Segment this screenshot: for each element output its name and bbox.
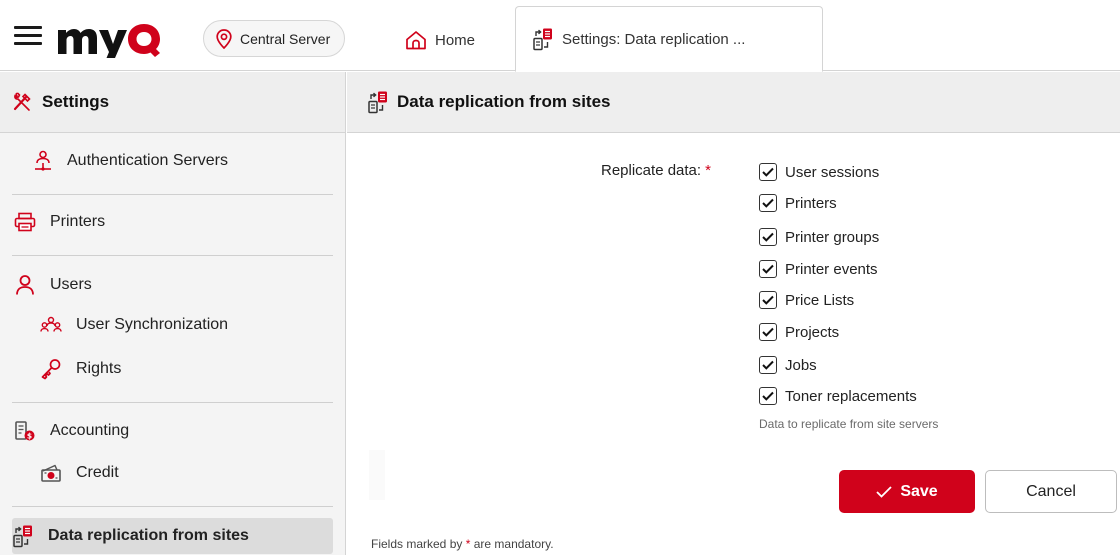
sidebar-item-user-synchronization[interactable]: User Synchronization bbox=[0, 316, 333, 334]
sidebar-item-label: Accounting bbox=[50, 422, 130, 439]
settings-sidebar: Settings Authentication Servers Printers… bbox=[0, 72, 346, 555]
sidebar-item-label: Authentication Servers bbox=[67, 152, 228, 169]
checkbox-box[interactable] bbox=[759, 387, 777, 405]
required-marker: * bbox=[705, 162, 711, 179]
field-hint: Data to replicate from site servers bbox=[759, 417, 939, 431]
checkbox-toner-replacements[interactable]: Toner replacements bbox=[759, 384, 917, 408]
cancel-button[interactable]: Cancel bbox=[985, 470, 1117, 513]
page-title: Data replication from sites bbox=[397, 92, 611, 111]
check-icon bbox=[762, 198, 774, 208]
authentication-server-icon bbox=[35, 150, 51, 171]
checkbox-jobs[interactable]: Jobs bbox=[759, 353, 817, 377]
server-label: Central Server bbox=[240, 30, 331, 47]
tab-settings-label: Settings: Data replication ... bbox=[562, 30, 746, 48]
rights-icon bbox=[41, 359, 61, 380]
checkbox-label: Projects bbox=[785, 323, 840, 341]
sidebar-divider bbox=[12, 255, 333, 256]
accounting-icon: $ bbox=[15, 421, 35, 441]
save-button-label: Save bbox=[900, 482, 938, 500]
sidebar-header: Settings bbox=[0, 72, 345, 133]
data-replication-icon bbox=[533, 28, 552, 51]
tab-settings-data-replication[interactable]: Settings: Data replication ... bbox=[515, 6, 823, 72]
server-selector[interactable]: Central Server bbox=[203, 20, 346, 57]
checkbox-box[interactable] bbox=[759, 260, 777, 278]
sidebar-item-authentication-servers[interactable]: Authentication Servers bbox=[0, 150, 333, 172]
cancel-button-label: Cancel bbox=[1026, 482, 1076, 500]
home-icon bbox=[406, 31, 426, 50]
credit-icon bbox=[41, 464, 61, 482]
sidebar-item-label: Data replication from sites bbox=[48, 527, 249, 544]
sidebar-title: Settings bbox=[42, 92, 110, 111]
checkbox-box[interactable] bbox=[759, 356, 777, 374]
check-icon bbox=[762, 391, 774, 401]
sidebar-divider bbox=[12, 194, 333, 195]
footnote-suffix: are mandatory. bbox=[473, 537, 554, 551]
sidebar-item-credit[interactable]: Credit bbox=[0, 462, 333, 484]
replicate-data-label-text: Replicate data: bbox=[601, 162, 702, 179]
check-icon bbox=[762, 360, 774, 370]
location-pin-icon bbox=[216, 28, 232, 49]
sidebar-item-data-replication[interactable]: Data replication from sites bbox=[12, 518, 333, 554]
sidebar-item-users[interactable]: Users bbox=[0, 274, 333, 296]
mandatory-fields-note: Fields marked by * are mandatory. bbox=[371, 537, 554, 551]
checkbox-box[interactable] bbox=[759, 194, 777, 212]
check-icon bbox=[762, 327, 774, 337]
check-icon bbox=[762, 232, 774, 242]
checkbox-label: Printers bbox=[785, 194, 837, 212]
data-replication-icon bbox=[368, 91, 387, 114]
checkbox-label: Printer groups bbox=[785, 228, 880, 246]
sidebar-item-accounting[interactable]: $ Accounting bbox=[0, 420, 333, 442]
check-icon bbox=[762, 167, 774, 177]
checkbox-user-sessions[interactable]: User sessions bbox=[759, 160, 879, 184]
sidebar-divider bbox=[12, 506, 333, 507]
checkbox-box[interactable] bbox=[759, 228, 777, 246]
check-icon bbox=[762, 264, 774, 274]
checkbox-printers[interactable]: Printers bbox=[759, 191, 837, 215]
checkbox-label: User sessions bbox=[785, 163, 880, 181]
checkbox-box[interactable] bbox=[759, 323, 777, 341]
sidebar-divider bbox=[12, 402, 333, 403]
checkbox-projects[interactable]: Projects bbox=[759, 320, 839, 344]
check-icon bbox=[876, 485, 892, 498]
data-replication-icon bbox=[13, 525, 32, 548]
check-icon bbox=[762, 295, 774, 305]
checkbox-printer-events[interactable]: Printer events bbox=[759, 257, 878, 281]
checkbox-label: Printer events bbox=[785, 260, 878, 278]
settings-tools-icon bbox=[13, 92, 31, 111]
tab-home-label: Home bbox=[435, 31, 476, 49]
footnote-prefix: Fields marked by bbox=[371, 537, 463, 551]
main-header: Data replication from sites bbox=[347, 72, 1120, 133]
sidebar-item-printers[interactable]: Printers bbox=[0, 212, 333, 232]
sidebar-item-label: Printers bbox=[50, 213, 106, 230]
checkbox-printer-groups[interactable]: Printer groups bbox=[759, 225, 879, 249]
checkbox-price-lists[interactable]: Price Lists bbox=[759, 288, 854, 312]
sidebar-item-label: Credit bbox=[76, 464, 119, 481]
myq-logo[interactable] bbox=[56, 14, 166, 58]
myq-logo-graphic bbox=[58, 24, 160, 58]
checkbox-box[interactable] bbox=[759, 163, 777, 181]
divider bbox=[369, 450, 385, 500]
checkbox-label: Toner replacements bbox=[785, 387, 917, 405]
svg-text:$: $ bbox=[27, 431, 32, 440]
replicate-data-label: Replicate data: * bbox=[601, 162, 711, 179]
required-marker: * bbox=[465, 537, 471, 551]
sidebar-item-label: Users bbox=[50, 276, 92, 293]
sidebar-item-rights[interactable]: Rights bbox=[0, 358, 333, 380]
checkbox-label: Jobs bbox=[785, 356, 817, 374]
sidebar-item-label: Rights bbox=[76, 360, 122, 377]
sidebar-item-label: User Synchronization bbox=[76, 316, 229, 333]
top-bar: Central Server Home Settings: Data repli… bbox=[0, 0, 1120, 72]
user-icon bbox=[16, 275, 34, 295]
hamburger-menu-icon[interactable] bbox=[14, 26, 42, 48]
checkbox-box[interactable] bbox=[759, 291, 777, 309]
printer-icon bbox=[14, 212, 36, 232]
checkbox-label: Price Lists bbox=[785, 291, 855, 309]
tab-home[interactable]: Home bbox=[405, 20, 475, 60]
main-panel: Data replication from sites Replicate da… bbox=[347, 72, 1120, 555]
save-button[interactable]: Save bbox=[839, 470, 975, 513]
user-sync-icon bbox=[40, 316, 62, 332]
